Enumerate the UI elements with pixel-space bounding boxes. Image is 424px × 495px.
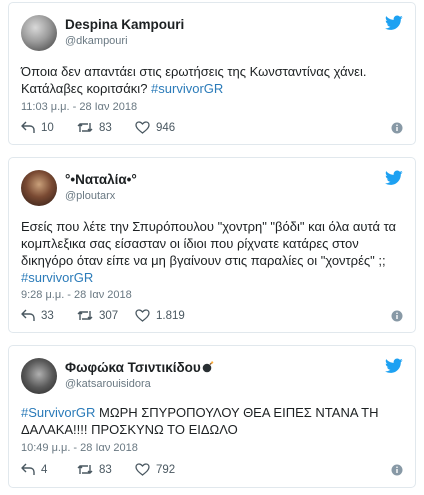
author-handle[interactable]: @katsarouisidora: [65, 378, 151, 390]
retweet-count: 83: [99, 121, 112, 134]
avatar[interactable]: [21, 15, 57, 51]
author-name[interactable]: Φωφώκα Τσιντικίδου: [65, 360, 214, 375]
heart-icon: [135, 121, 150, 134]
avatar[interactable]: [21, 170, 57, 206]
tweet-card[interactable]: °•Ναταλία•° @ploutarx Εσείς που λέτε την…: [8, 157, 416, 333]
tweet-actions: 4 83 792: [21, 463, 403, 479]
tweet-actions: 10 83 946: [21, 121, 403, 137]
retweet-count: 307: [99, 309, 119, 322]
retweet-count: 83: [99, 463, 112, 476]
like-button[interactable]: 946: [135, 121, 175, 134]
retweet-icon: [77, 311, 93, 320]
like-count: 946: [156, 121, 176, 134]
hashtag-link[interactable]: #SurvivorGR: [21, 405, 95, 420]
reply-count: 33: [41, 309, 54, 322]
info-icon[interactable]: [391, 464, 403, 476]
heart-icon: [135, 309, 150, 322]
twitter-bird-icon[interactable]: [385, 15, 403, 31]
author-name[interactable]: Despina Kampouri: [65, 17, 184, 32]
retweet-button[interactable]: 83: [77, 463, 112, 476]
reply-button[interactable]: 10: [21, 121, 54, 134]
like-count: 792: [156, 463, 176, 476]
tweet-timestamp[interactable]: 11:03 μ.μ. - 28 Ιαν 2018: [21, 101, 137, 113]
info-icon[interactable]: [391, 122, 403, 134]
bomb-emoji-icon: [202, 361, 214, 373]
tweet-card[interactable]: Φωφώκα Τσιντικίδου @katsarouisidora #Sur…: [8, 345, 416, 488]
tweet-text: #SurvivorGR ΜΩΡΗ ΣΠΥΡΟΠΟΥΛΟΥ ΘΕΑ ΕΙΠΕΣ Ν…: [21, 404, 403, 438]
like-count: 1.819: [156, 309, 185, 322]
tweet-feed: Despina Kampouri @dkampouri Όποια δεν απ…: [0, 0, 424, 495]
tweet-timestamp[interactable]: 10:49 μ.μ. - 28 Ιαν 2018: [21, 442, 138, 454]
reply-icon: [21, 309, 35, 321]
retweet-button[interactable]: 307: [77, 309, 118, 322]
tweet-timestamp[interactable]: 9:28 μ.μ. - 28 Ιαν 2018: [21, 289, 132, 301]
like-button[interactable]: 1.819: [135, 309, 185, 322]
reply-button[interactable]: 33: [21, 309, 54, 322]
author-handle[interactable]: @dkampouri: [65, 35, 128, 47]
reply-icon: [21, 121, 35, 133]
like-button[interactable]: 792: [135, 463, 175, 476]
reply-icon: [21, 463, 35, 475]
hashtag-link[interactable]: #survivorGR: [151, 81, 223, 96]
avatar[interactable]: [21, 358, 57, 394]
reply-count: 4: [41, 463, 48, 476]
info-icon[interactable]: [391, 310, 403, 322]
heart-icon: [135, 463, 150, 476]
twitter-bird-icon[interactable]: [385, 358, 403, 374]
author-name[interactable]: °•Ναταλία•°: [65, 172, 137, 187]
retweet-icon: [77, 465, 93, 474]
tweet-text: Όποια δεν απαντάει στις ερωτήσεις της Κω…: [21, 63, 403, 97]
tweet-text: Εσείς που λέτε την Σπυρόπουλου "χοντρη" …: [21, 218, 403, 286]
hashtag-link[interactable]: #survivorGR: [21, 270, 93, 285]
twitter-bird-icon[interactable]: [385, 170, 403, 186]
author-handle[interactable]: @ploutarx: [65, 190, 115, 202]
tweet-text-main: Εσείς που λέτε την Σπυρόπουλου "χοντρη" …: [21, 219, 397, 268]
tweet-card[interactable]: Despina Kampouri @dkampouri Όποια δεν απ…: [8, 2, 416, 145]
reply-count: 10: [41, 121, 54, 134]
author-name-text: Φωφώκα Τσιντικίδου: [65, 360, 201, 375]
reply-button[interactable]: 4: [21, 463, 47, 476]
retweet-icon: [77, 123, 93, 132]
retweet-button[interactable]: 83: [77, 121, 112, 134]
tweet-actions: 33 307 1.819: [21, 309, 403, 325]
